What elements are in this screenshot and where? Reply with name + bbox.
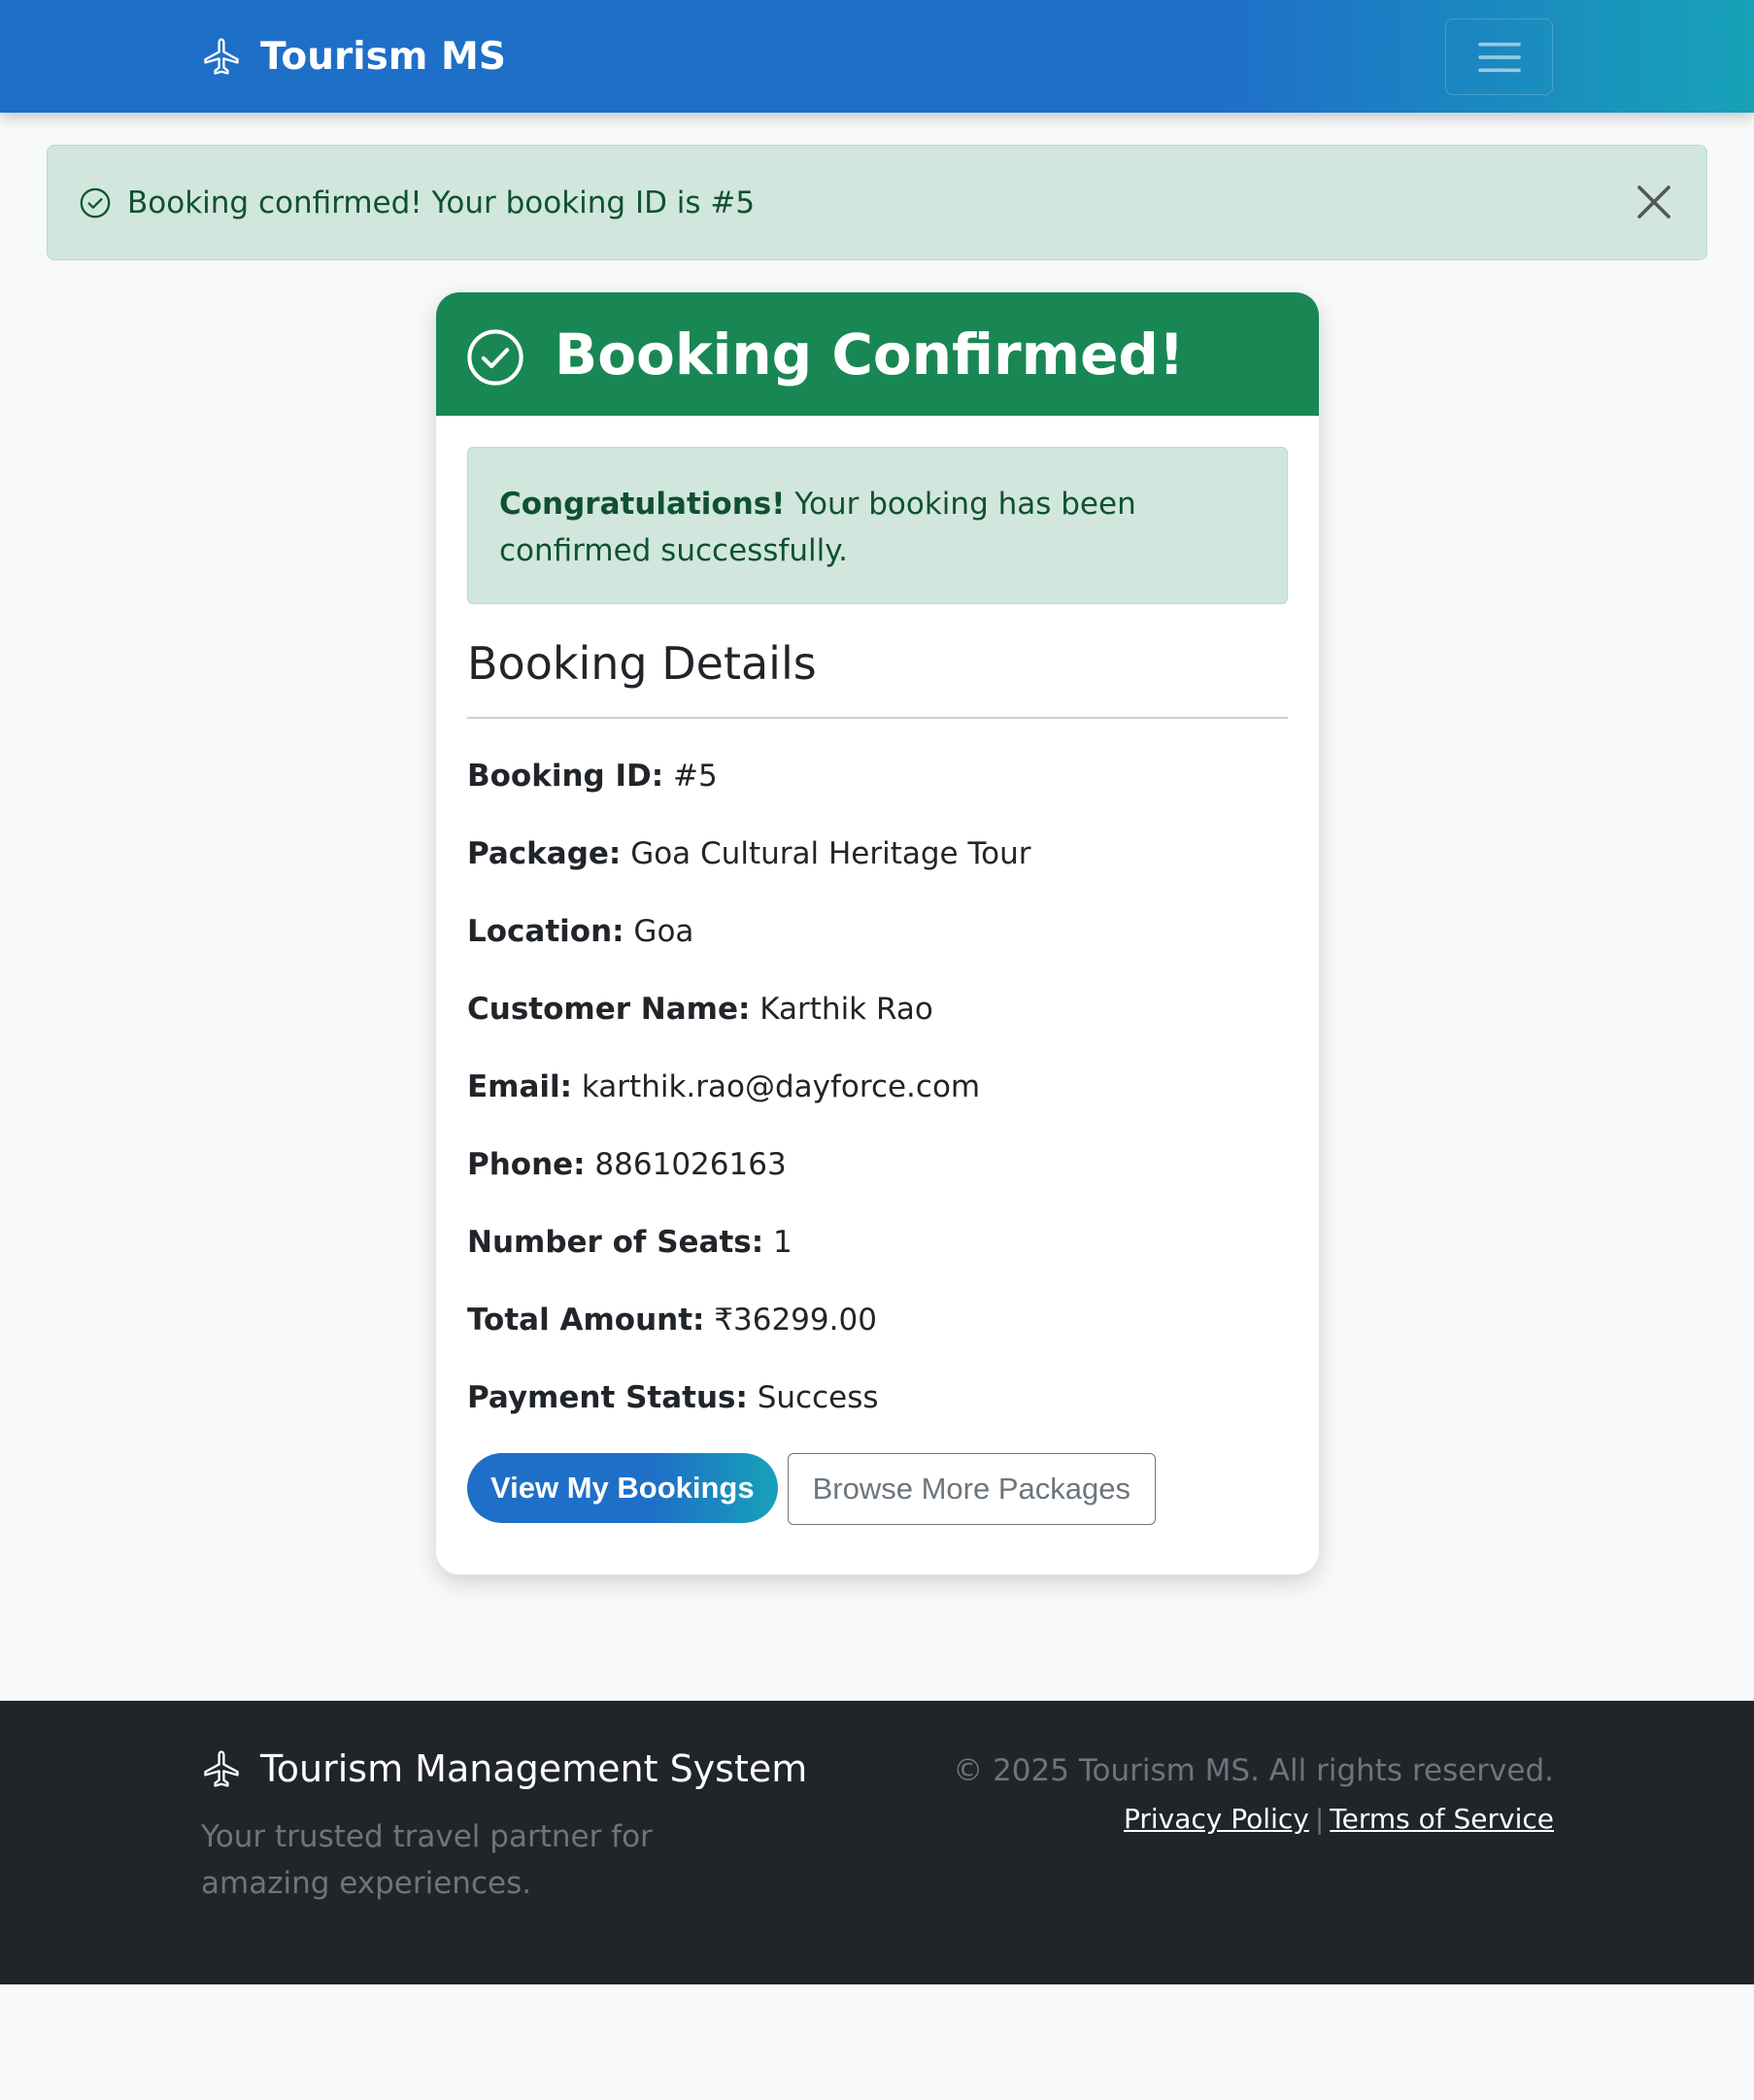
detail-label: Customer Name: — [467, 992, 751, 1027]
detail-value: 8861026163 — [585, 1147, 787, 1182]
check-circle-icon — [80, 187, 111, 218]
detail-package: Package: Goa Cultural Heritage Tour — [467, 830, 1288, 907]
action-buttons: View My Bookings Browse More Packages — [467, 1453, 1288, 1525]
detail-value: karthik.rao@dayforce.com — [572, 1069, 981, 1104]
congrats-strong: Congratulations! — [499, 487, 786, 522]
detail-location: Location: Goa — [467, 907, 1288, 985]
footer-link-separator: | — [1314, 1803, 1325, 1835]
detail-label: Booking ID: — [467, 759, 664, 794]
card-title: Booking Confirmed! — [555, 321, 1185, 388]
detail-label: Email: — [467, 1069, 573, 1104]
airplane-icon — [204, 38, 239, 75]
success-alert: Booking confirmed! Your booking ID is #5 — [47, 145, 1707, 260]
airplane-icon — [204, 1750, 239, 1787]
footer-tagline: Your trusted travel partner for amazing … — [201, 1819, 653, 1901]
detail-value: 1 — [763, 1225, 793, 1260]
alert-message: Booking confirmed! Your booking ID is #5 — [127, 185, 756, 220]
detail-seats: Number of Seats: 1 — [467, 1218, 1288, 1296]
terms-of-service-link[interactable]: Terms of Service — [1330, 1803, 1554, 1835]
detail-phone: Phone: 8861026163 — [467, 1140, 1288, 1218]
detail-value: Success — [747, 1380, 879, 1415]
details-list: Booking ID: #5 Package: Goa Cultural Her… — [467, 752, 1288, 1451]
detail-label: Location: — [467, 914, 624, 949]
detail-value: Goa — [624, 914, 694, 949]
footer: Tourism Management System Your trusted t… — [0, 1701, 1754, 1984]
footer-brand-text: Tourism Management System — [260, 1747, 808, 1790]
detail-payment-status: Payment Status: Success — [467, 1373, 1288, 1451]
navbar: Tourism MS — [0, 0, 1754, 113]
booking-confirmation-card: Booking Confirmed! Congratulations! Your… — [436, 292, 1319, 1575]
view-my-bookings-button[interactable]: View My Bookings — [467, 1453, 778, 1523]
detail-booking-id: Booking ID: #5 — [467, 752, 1288, 830]
card-body: Congratulations! Your booking has been c… — [436, 416, 1319, 1525]
check-circle-icon — [467, 328, 523, 386]
detail-email: Email: karthik.rao@dayforce.com — [467, 1063, 1288, 1140]
close-icon[interactable] — [1635, 183, 1673, 221]
detail-value: ₹36299.00 — [704, 1303, 877, 1338]
privacy-policy-link[interactable]: Privacy Policy — [1124, 1803, 1309, 1835]
navbar-brand[interactable]: Tourism MS — [200, 29, 506, 84]
detail-label: Total Amount: — [467, 1303, 705, 1338]
brand-text: Tourism MS — [260, 34, 506, 79]
details-title: Booking Details — [467, 637, 817, 690]
detail-value: Karthik Rao — [750, 992, 933, 1027]
detail-total-amount: Total Amount: ₹36299.00 — [467, 1296, 1288, 1373]
detail-value: Goa Cultural Heritage Tour — [621, 836, 1031, 871]
congrats-alert: Congratulations! Your booking has been c… — [467, 447, 1288, 604]
detail-label: Number of Seats: — [467, 1225, 764, 1260]
detail-label: Payment Status: — [467, 1380, 748, 1415]
hamburger-menu-icon — [1477, 42, 1521, 72]
card-header: Booking Confirmed! — [436, 292, 1319, 416]
footer-brand: Tourism Management System — [200, 1747, 807, 1790]
browse-more-packages-button[interactable]: Browse More Packages — [787, 1453, 1156, 1525]
navbar-toggler-button[interactable] — [1445, 18, 1553, 95]
detail-value: #5 — [663, 759, 718, 794]
detail-customer-name: Customer Name: Karthik Rao — [467, 985, 1288, 1063]
footer-links: Privacy Policy | Terms of Service — [1124, 1803, 1554, 1835]
detail-label: Package: — [467, 836, 622, 871]
detail-label: Phone: — [467, 1147, 586, 1182]
divider — [467, 717, 1288, 719]
footer-copyright: © 2025 Tourism MS. All rights reserved. — [953, 1753, 1554, 1788]
